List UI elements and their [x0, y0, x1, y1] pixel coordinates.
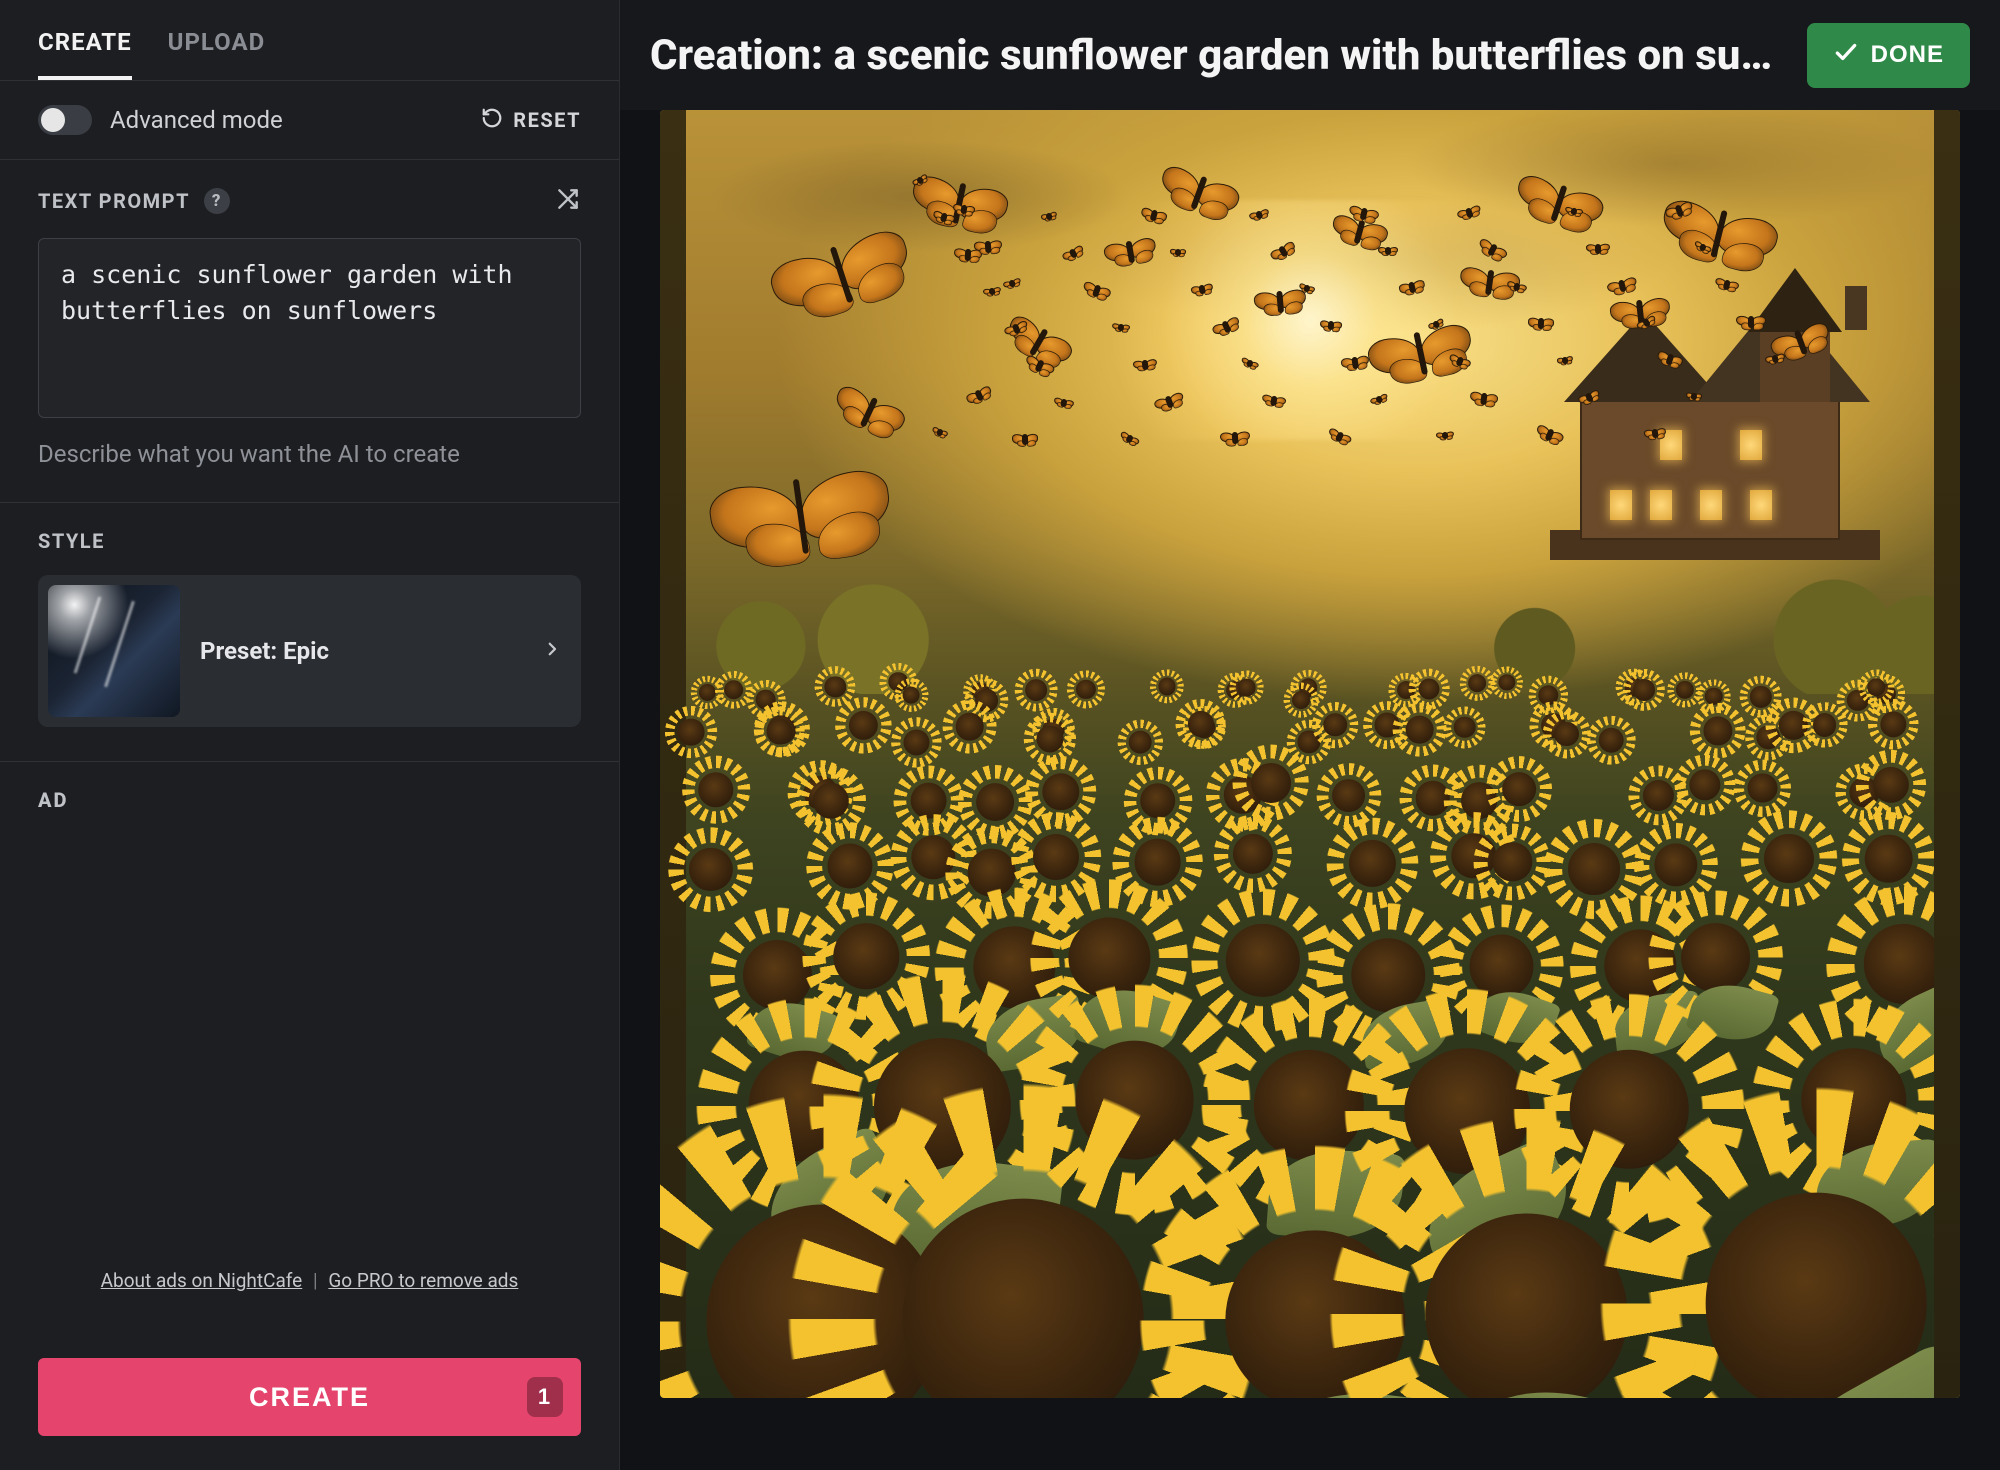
check-icon — [1833, 39, 1859, 72]
section-text-prompt: TEXT PROMPT ? Describe what you want the… — [0, 160, 619, 503]
sidebar: CREATE UPLOAD Advanced mode RESET TEXT — [0, 0, 620, 1470]
refresh-icon — [481, 107, 503, 134]
ad-footer: About ads on NightCafe | Go PRO to remov… — [38, 1269, 581, 1320]
done-button[interactable]: DONE — [1807, 23, 1970, 88]
chevron-right-icon — [543, 635, 561, 667]
page-title: Creation: a scenic sunflower garden with… — [650, 31, 1772, 80]
main-header: Creation: a scenic sunflower garden with… — [620, 0, 2000, 110]
go-pro-link[interactable]: Go PRO to remove ads — [328, 1269, 518, 1292]
app-root: CREATE UPLOAD Advanced mode RESET TEXT — [0, 0, 2000, 1470]
create-button-label: CREATE — [249, 1382, 370, 1413]
create-count-badge: 1 — [527, 1377, 563, 1417]
ad-slot — [38, 812, 581, 1269]
tab-create[interactable]: CREATE — [38, 28, 132, 80]
prompt-input[interactable] — [38, 238, 581, 418]
main-panel: Creation: a scenic sunflower garden with… — [620, 0, 2000, 1470]
about-ads-link[interactable]: About ads on NightCafe — [101, 1269, 303, 1292]
section-ad: AD About ads on NightCafe | Go PRO to re… — [0, 762, 619, 1340]
generated-image — [660, 110, 1960, 1398]
ad-title: AD — [38, 788, 581, 812]
style-label: Preset: Epic — [200, 637, 523, 665]
reset-label: RESET — [513, 108, 581, 132]
section-style: STYLE Preset: Epic — [0, 503, 619, 762]
house-illustration — [1540, 280, 1900, 580]
tab-upload[interactable]: UPLOAD — [168, 28, 266, 80]
style-picker[interactable]: Preset: Epic — [38, 575, 581, 727]
advanced-mode-toggle[interactable] — [38, 105, 92, 135]
style-title: STYLE — [38, 529, 105, 553]
canvas-area — [620, 110, 2000, 1470]
ad-separator: | — [313, 1269, 318, 1292]
done-label: DONE — [1871, 41, 1944, 69]
shuffle-icon — [555, 197, 581, 216]
prompt-helper-text: Describe what you want the AI to create — [38, 440, 581, 468]
text-prompt-title: TEXT PROMPT ? — [38, 188, 230, 214]
advanced-mode-label: Advanced mode — [110, 106, 283, 134]
reset-button[interactable]: RESET — [481, 107, 581, 134]
advanced-row: Advanced mode RESET — [0, 81, 619, 160]
sidebar-tabs: CREATE UPLOAD — [0, 0, 619, 81]
create-button[interactable]: CREATE 1 — [38, 1358, 581, 1436]
style-thumbnail — [48, 585, 180, 717]
create-bar: CREATE 1 — [0, 1340, 619, 1470]
help-icon[interactable]: ? — [204, 188, 230, 214]
shuffle-button[interactable] — [555, 186, 581, 216]
